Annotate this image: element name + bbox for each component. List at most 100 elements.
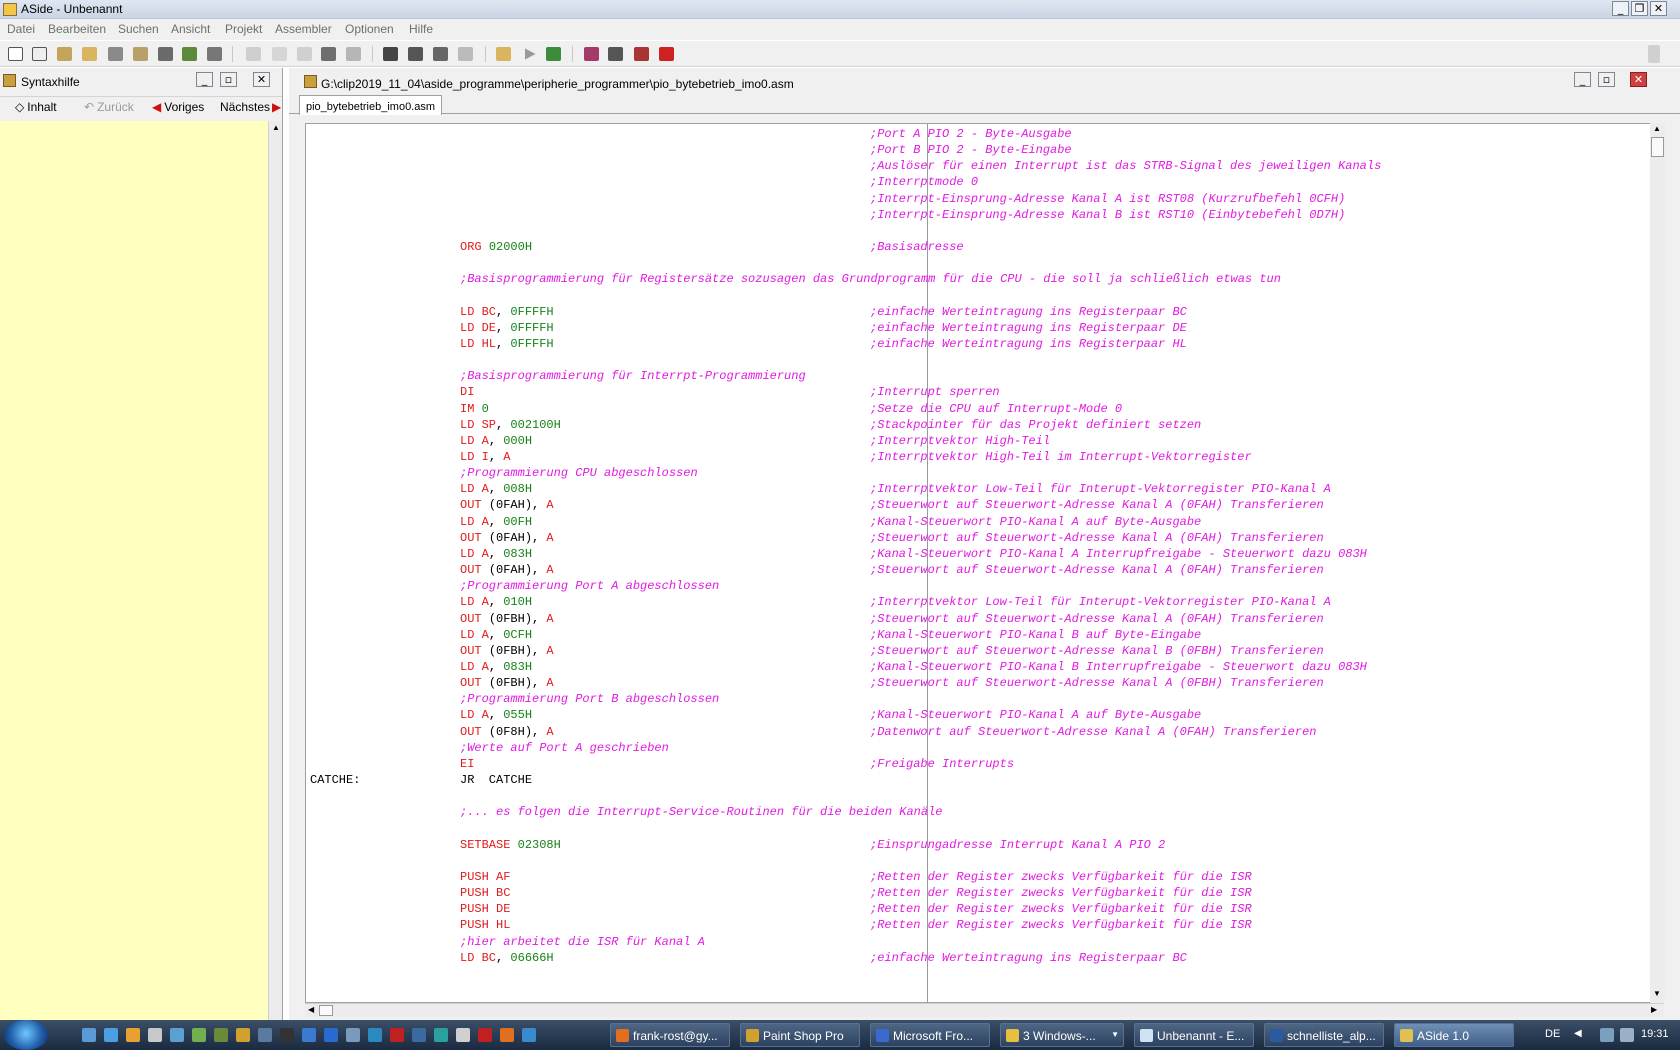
assemble-icon[interactable] [496,47,511,61]
help-icon[interactable] [324,1028,338,1042]
code-operand: , [496,950,511,965]
calculator-icon[interactable] [148,1028,162,1042]
menu-projekt[interactable]: Projekt [225,22,262,36]
editor-minimize-button[interactable]: _ [1574,72,1591,87]
start-button[interactable] [4,1020,48,1050]
cut-icon[interactable] [272,47,287,61]
previous-button[interactable]: ◀ Voriges [150,100,215,119]
arrow-right-icon: ▶ [272,100,282,114]
notepad-icon[interactable] [170,1028,184,1042]
panel-restore-button[interactable]: ▫ [220,72,237,87]
close-button[interactable]: ✕ [1650,1,1667,16]
clear-icon[interactable] [346,47,361,61]
taskbar-button-frontpage[interactable]: Microsoft Fro... [870,1023,990,1047]
menu-assembler[interactable]: Assembler [275,22,332,36]
taskbar-button-windows-explorer[interactable]: 3 Windows-... ▼ [1000,1023,1124,1047]
scroll-thumb[interactable] [1651,137,1664,157]
copy-icon[interactable] [297,47,312,61]
editor-close-button[interactable]: ✕ [1630,72,1647,87]
eraser-icon[interactable] [608,47,623,61]
code-comment: ;Retten der Register zwecks Verfügbarkei… [870,886,1252,901]
code-editor[interactable]: ;Port A PIO 2 - Byte-Ausgabe ;Port B PIO … [305,123,1664,1003]
browser-icon[interactable] [104,1028,118,1042]
back-button[interactable]: ↶ Zurück [82,100,142,119]
editor-restore-button[interactable]: ▫ [1598,72,1615,87]
terminal-icon[interactable] [280,1028,294,1042]
menu-datei[interactable]: Datei [7,22,35,36]
replace-icon[interactable] [433,47,448,61]
code-comment: ;Interrpt-Einsprung-Adresse Kanal B ist … [870,207,1346,222]
panel-minimize-button[interactable]: _ [196,72,213,87]
network-icon[interactable] [258,1028,272,1042]
find-next-icon[interactable] [408,47,423,61]
clock[interactable]: 19:31 [1641,1028,1669,1040]
editor-vertical-scrollbar[interactable]: ▲ ▼ [1650,123,1665,1003]
volume-tray-icon[interactable] [1620,1028,1634,1042]
menu-bearbeiten[interactable]: Bearbeiten [48,22,106,36]
menu-ansicht[interactable]: Ansicht [171,22,210,36]
check-icon[interactable] [546,47,561,61]
save-icon[interactable] [108,47,123,61]
paste-icon[interactable] [321,47,336,61]
chevron-down-icon: ▼ [1111,1030,1119,1039]
opera-icon[interactable] [390,1028,404,1042]
explorer-icon[interactable] [126,1028,140,1042]
hscroll-thumb[interactable] [319,1005,333,1016]
scroll-up-icon[interactable]: ▲ [1653,124,1661,133]
firefox-icon[interactable] [500,1028,514,1042]
restore-button[interactable]: ❐ [1631,1,1648,16]
menu-suchen[interactable]: Suchen [118,22,159,36]
panel-close-button[interactable]: ✕ [253,72,270,87]
find-icon[interactable] [383,47,398,61]
undo-icon[interactable] [246,47,261,61]
tool-icon[interactable] [192,1028,206,1042]
taskbar-button-thunderbird[interactable]: frank-rost@gy... [610,1023,730,1047]
syntax-help-title: Syntaxhilfe [21,75,80,89]
open-file-icon[interactable] [57,47,72,61]
taskbar-button-editor[interactable]: Unbenannt - E... [1134,1023,1254,1047]
tab-pio-bytebetrieb[interactable]: pio_bytebetrieb_imo0.asm [299,95,443,115]
document-icon[interactable] [456,1028,470,1042]
save-all-icon[interactable] [158,47,173,61]
export-icon[interactable] [182,47,197,61]
arduino-icon[interactable] [368,1028,382,1042]
pen-icon[interactable] [236,1028,250,1042]
contents-button[interactable]: ◇ Inhalt [13,100,66,119]
save-project-icon[interactable] [133,47,148,61]
edit-icon[interactable] [346,1028,360,1042]
minimize-button[interactable]: _ [1612,1,1629,16]
language-indicator[interactable]: DE [1545,1028,1560,1040]
new-file-icon[interactable] [8,47,23,61]
taskbar-button-aside[interactable]: ASide 1.0 [1394,1023,1514,1047]
app-icon[interactable] [302,1028,316,1042]
menu-optionen[interactable]: Optionen [345,22,394,36]
erase-icon[interactable] [584,47,599,61]
run-icon[interactable] [525,48,536,60]
next-button[interactable]: Nächstes ▶ [218,100,282,119]
scroll-up-icon[interactable]: ▲ [272,123,280,132]
editor-horizontal-scrollbar[interactable]: ◀ ▶ [305,1003,1664,1017]
print-icon[interactable] [207,47,222,61]
burn-icon[interactable] [659,47,674,61]
taskbar-button-word[interactable]: schnelliste_alp... [1264,1023,1384,1047]
disk-icon[interactable] [412,1028,426,1042]
thunderbird-icon[interactable] [522,1028,536,1042]
network-tray-icon[interactable] [1600,1028,1614,1042]
menu-hilfe[interactable]: Hilfe [409,22,433,36]
taskbar-button-paint-shop-pro[interactable]: Paint Shop Pro [740,1023,860,1047]
scroll-down-icon[interactable]: ▼ [1653,989,1661,998]
code-operand: A [481,546,489,561]
toolbar-options-icon[interactable] [1648,45,1660,63]
settings-icon[interactable] [214,1028,228,1042]
new-project-icon[interactable] [32,47,47,61]
media-icon[interactable] [434,1028,448,1042]
scroll-right-icon[interactable]: ▶ [1651,1005,1657,1014]
pdf-icon[interactable] [478,1028,492,1042]
open-project-icon[interactable] [82,47,97,61]
scroll-left-icon[interactable]: ◀ [308,1005,314,1014]
tray-expand-icon[interactable]: ◀ [1574,1028,1582,1039]
help-vertical-scrollbar[interactable]: ▲ [268,121,282,1020]
show-desktop-icon[interactable] [82,1028,96,1042]
goto-icon[interactable] [458,47,473,61]
program-icon[interactable] [634,47,649,61]
